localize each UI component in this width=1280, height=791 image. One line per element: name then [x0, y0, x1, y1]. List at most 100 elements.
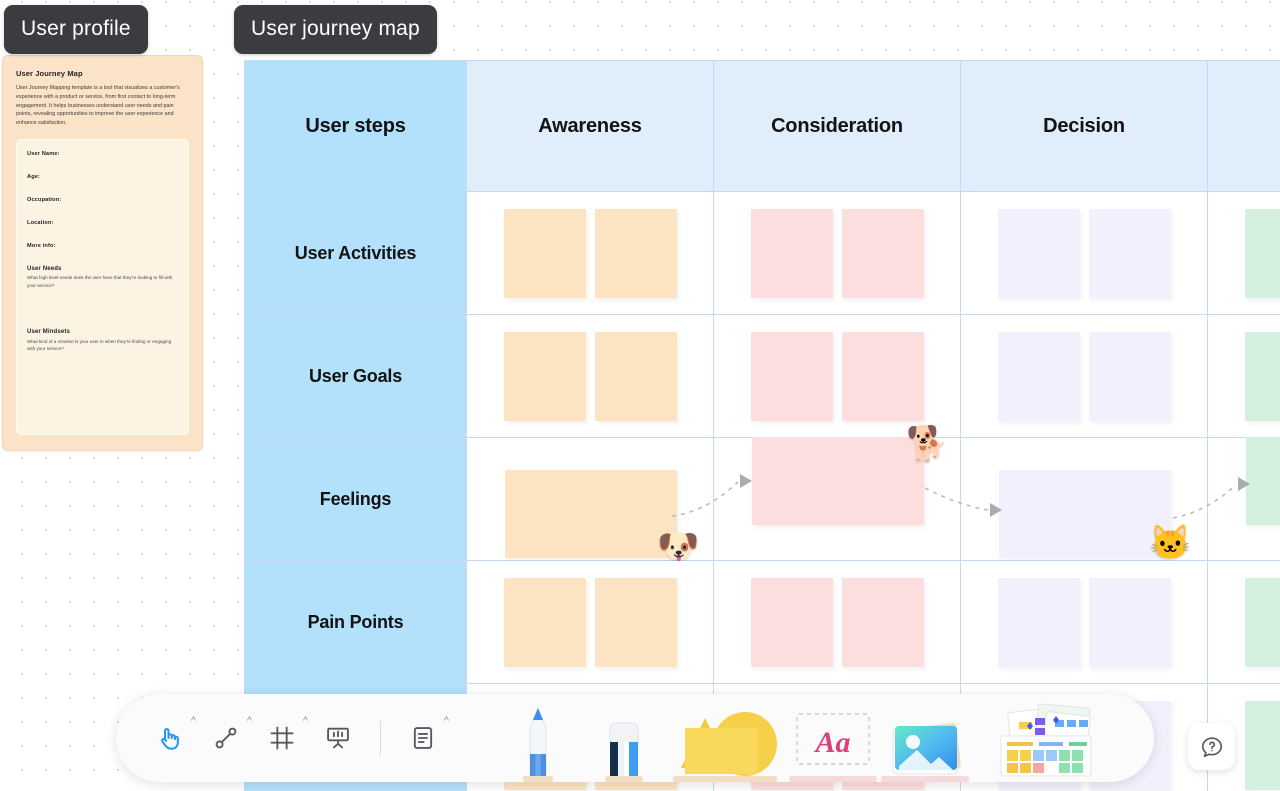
pencil-icon: [523, 706, 553, 782]
section-heading-user-needs: User Needs: [27, 265, 62, 272]
cell-feelings-fourth[interactable]: [1208, 437, 1280, 561]
grid-header-cell-decision[interactable]: Decision: [961, 61, 1208, 192]
cell-feelings-decision[interactable]: 🐱: [961, 438, 1208, 562]
sticky-note[interactable]: [1244, 700, 1280, 790]
puppy-sticker[interactable]: 🐕: [906, 421, 948, 467]
sticky-note[interactable]: [503, 577, 586, 667]
cell-activities-awareness[interactable]: [467, 192, 714, 315]
sticky-note[interactable]: [1088, 208, 1171, 298]
row-label-user-goals[interactable]: User Goals: [245, 315, 467, 438]
image-icon: [881, 723, 969, 782]
grid-header-cell-awareness[interactable]: Awareness: [467, 61, 714, 192]
user-profile-card[interactable]: User Journey Map User Journey Mapping te…: [2, 55, 203, 451]
presentation-tool[interactable]: [310, 710, 366, 766]
eraser-tool[interactable]: [581, 694, 667, 782]
chevron-up-icon: ^: [302, 715, 308, 727]
text-tool[interactable]: Aa: [787, 694, 879, 782]
select-tool[interactable]: ^: [142, 710, 198, 766]
cell-pain-fourth[interactable]: [1208, 561, 1280, 684]
section-heading-user-mindsets: User Mindsets: [27, 329, 70, 336]
sticky-note-wide[interactable]: 🐱: [999, 470, 1191, 562]
cell-goals-consideration[interactable]: [714, 315, 961, 438]
sticky-note[interactable]: [841, 331, 924, 421]
field-more-info: More info:: [27, 242, 56, 249]
sticky-note[interactable]: [750, 208, 833, 298]
templates-icon: [1000, 703, 1092, 777]
sticky-note-wide[interactable]: 🐶: [505, 470, 699, 566]
grid-row-pain-points: Pain Points: [245, 561, 1280, 684]
grid-header-label-decision: Decision: [1043, 114, 1125, 137]
sticky-note[interactable]: [841, 208, 924, 298]
grid-corner-header-label: User steps: [305, 114, 406, 137]
profile-fields-panel[interactable]: User Name: Age: Occupation: Location: Mo…: [16, 138, 189, 435]
sticky-note-wide[interactable]: 🐕: [752, 425, 948, 525]
connector-tool[interactable]: ^: [198, 710, 254, 766]
sticky-note[interactable]: [1244, 208, 1280, 298]
grid-header-label-consideration: Consideration: [771, 114, 903, 137]
cell-activities-consideration[interactable]: [714, 192, 961, 315]
profile-card-intro: User Journey Mapping template is a tool …: [16, 85, 180, 126]
chevron-up-icon: ^: [443, 715, 449, 727]
sticky-note[interactable]: [503, 331, 586, 421]
field-occupation: Occupation:: [27, 196, 62, 203]
sticky-note[interactable]: [594, 331, 677, 421]
cell-feelings-awareness[interactable]: 🐶: [467, 438, 714, 566]
document-tool[interactable]: ^: [395, 710, 451, 766]
row-label-user-activities[interactable]: User Activities: [245, 192, 467, 315]
sticky-note[interactable]: [997, 331, 1080, 421]
grid-header-label-awareness: Awareness: [538, 114, 642, 137]
field-location: Location:: [27, 219, 54, 226]
help-button[interactable]: [1188, 723, 1235, 770]
sticky-note[interactable]: [594, 208, 677, 298]
sticky-note[interactable]: [750, 331, 833, 421]
cat-sticker[interactable]: 🐱: [1149, 520, 1191, 566]
field-age: Age:: [27, 173, 41, 180]
cell-pain-decision[interactable]: [961, 561, 1208, 684]
chevron-up-icon: ^: [246, 715, 252, 727]
cell-pain-consideration[interactable]: [714, 561, 961, 684]
grid-corner-header-cell[interactable]: User steps: [245, 61, 467, 192]
templates-tool[interactable]: [975, 694, 1115, 782]
row-label-text: Pain Points: [307, 611, 404, 632]
sticky-note[interactable]: [750, 577, 833, 667]
cell-goals-decision[interactable]: [961, 315, 1208, 438]
sticky-note[interactable]: [594, 577, 677, 667]
sticky-note[interactable]: [997, 208, 1080, 298]
sticky-note[interactable]: [1088, 331, 1171, 421]
sticky-note[interactable]: [1088, 577, 1171, 667]
profile-card-title: User Journey Map: [16, 69, 83, 78]
bottom-toolbar[interactable]: ^ ^ ^ ^ Aa: [116, 694, 1154, 782]
row-label-pain-points[interactable]: Pain Points: [245, 561, 467, 684]
sticky-note[interactable]: [841, 577, 924, 667]
row-label-text: Feelings: [319, 488, 392, 509]
name-tag-user-profile[interactable]: User profile: [4, 5, 148, 54]
cell-pain-awareness[interactable]: [467, 561, 714, 684]
row-label-feelings[interactable]: Feelings: [245, 438, 467, 561]
cell-activities-decision[interactable]: [961, 192, 1208, 315]
shapes-tool[interactable]: [667, 694, 787, 782]
section-desc-user-needs: What high level needs does the user have…: [27, 275, 173, 288]
cell-goals-awareness[interactable]: [467, 315, 714, 438]
grid-header-cell-fourth[interactable]: [1208, 61, 1280, 192]
pen-tool[interactable]: [495, 694, 581, 782]
name-tag-user-journey-map[interactable]: User journey map: [234, 5, 437, 54]
grid-header-row: User steps Awareness Consideration Decis…: [245, 61, 1280, 192]
row-label-text: User Activities: [294, 242, 417, 263]
chevron-up-icon: ^: [190, 715, 196, 727]
text-aa-icon: Aa: [789, 713, 877, 782]
frame-tool[interactable]: ^: [254, 710, 310, 766]
grid-header-cell-consideration[interactable]: Consideration: [714, 61, 961, 192]
sticky-note[interactable]: [1244, 577, 1280, 667]
sticky-note[interactable]: [503, 208, 586, 298]
cell-goals-fourth[interactable]: [1208, 315, 1280, 438]
whiteboard-canvas[interactable]: User steps Awareness Consideration Decis…: [0, 0, 1280, 791]
sticky-note-wide[interactable]: [1246, 437, 1280, 525]
svg-text:Aa: Aa: [813, 726, 850, 759]
image-tool[interactable]: [879, 694, 975, 782]
cell-activities-fourth[interactable]: [1208, 192, 1280, 315]
cell-feelings-consideration[interactable]: 🐕: [714, 425, 961, 561]
sticky-note[interactable]: [997, 577, 1080, 667]
sticky-note[interactable]: [1244, 331, 1280, 421]
grid-row-feelings: Feelings 🐶 🐕 🐱: [245, 425, 1280, 566]
grid-row-user-goals: User Goals: [245, 315, 1280, 438]
